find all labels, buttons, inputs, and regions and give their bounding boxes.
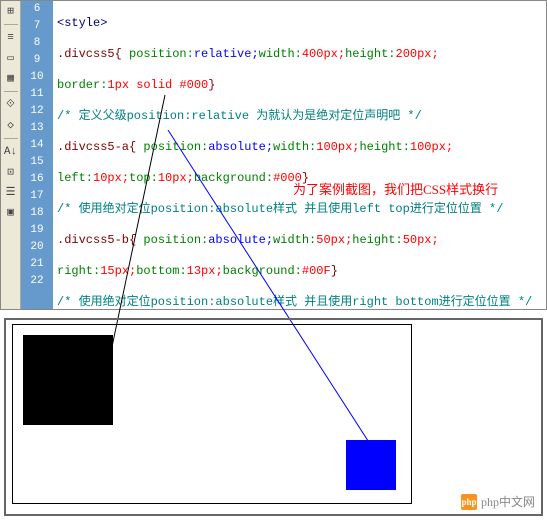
watermark-text: php中文网 — [481, 493, 535, 510]
tool-5[interactable]: ⟐ — [3, 97, 19, 113]
code-editor: ⊞ ≡ ▭ ▦ ⟐ ◇ A↓ ⊡ ☰ ▣ 6 7 8 9 10 11 12 13… — [0, 0, 547, 310]
code-area[interactable]: <style> .divcss5{ position:relative;widt… — [53, 1, 546, 309]
line-number: 21 — [21, 256, 53, 273]
line-number: 9 — [21, 52, 53, 69]
preview-pane: php php中文网 — [4, 318, 543, 516]
code-text: <style> — [57, 16, 107, 30]
tool-8[interactable]: ⊡ — [3, 164, 19, 180]
tool-9[interactable]: ☰ — [3, 184, 19, 200]
watermark: php php中文网 — [461, 493, 535, 510]
line-number: 7 — [21, 18, 53, 35]
line-number: 15 — [21, 154, 53, 171]
code-text: .divcss5{ — [57, 47, 122, 61]
line-gutter: 6 7 8 9 10 11 12 13 14 15 16 17 18 19 20… — [21, 1, 53, 309]
divcss5-b-box — [346, 440, 396, 490]
line-number: 8 — [21, 35, 53, 52]
editor-toolbar: ⊞ ≡ ▭ ▦ ⟐ ◇ A↓ ⊡ ☰ ▣ — [1, 1, 21, 309]
divcss5-container — [12, 324, 412, 504]
tool-10[interactable]: ▣ — [3, 204, 19, 220]
line-number: 22 — [21, 273, 53, 290]
code-comment: /* 定义父级position:relative 为就认为是绝对定位声明吧 */ — [57, 109, 422, 123]
tool-2[interactable]: ≡ — [3, 30, 19, 46]
line-number: 6 — [21, 1, 53, 18]
line-number: 20 — [21, 239, 53, 256]
red-annotation: 为了案例截图，我们把CSS样式换行 — [293, 179, 498, 198]
php-logo-icon: php — [461, 494, 477, 510]
tool-4[interactable]: ▦ — [3, 70, 19, 86]
divcss5-a-box — [23, 335, 113, 425]
line-number: 19 — [21, 222, 53, 239]
line-number: 13 — [21, 120, 53, 137]
line-number: 14 — [21, 137, 53, 154]
tool-3[interactable]: ▭ — [3, 50, 19, 66]
line-number: 16 — [21, 171, 53, 188]
line-number: 11 — [21, 86, 53, 103]
line-number: 17 — [21, 188, 53, 205]
tool-6[interactable]: ◇ — [3, 117, 19, 133]
tool-1[interactable]: ⊞ — [3, 3, 19, 19]
tool-7[interactable]: A↓ — [3, 144, 19, 160]
line-number: 10 — [21, 69, 53, 86]
line-number: 18 — [21, 205, 53, 222]
line-number: 12 — [21, 103, 53, 120]
